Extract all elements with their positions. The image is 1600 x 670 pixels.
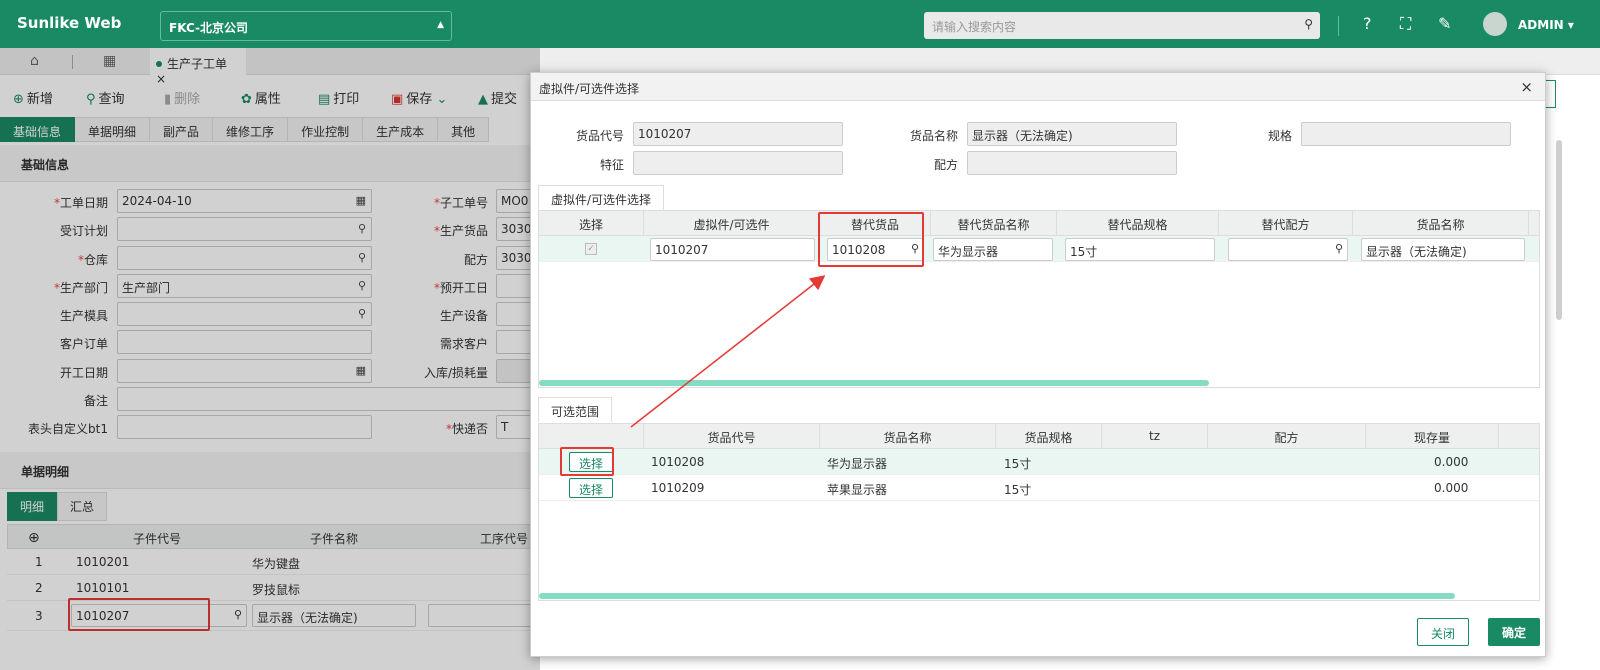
broom-icon[interactable]: ✎ bbox=[1438, 14, 1451, 33]
company-select[interactable]: FKC-北京公司 ▲ bbox=[160, 11, 452, 41]
page-scrollbar[interactable] bbox=[1556, 140, 1562, 320]
user-menu[interactable]: ADMIN ▾ bbox=[1518, 18, 1574, 32]
confirm-button[interactable]: 确定 bbox=[1488, 618, 1540, 646]
annotation-arrow bbox=[630, 275, 826, 428]
avatar[interactable] bbox=[1483, 12, 1507, 36]
close-button[interactable]: 关闭 bbox=[1417, 618, 1469, 646]
brand-logo: Sunlike Web bbox=[17, 14, 122, 32]
search-icon[interactable]: ⚲ bbox=[1304, 17, 1313, 31]
search-placeholder: 请输入搜索内容 bbox=[932, 20, 1017, 34]
divider bbox=[1338, 16, 1339, 36]
top-bar: Sunlike Web FKC-北京公司 ▲ 请输入搜索内容 ⚲ ? ⛶ ✎ ADM… bbox=[0, 0, 1600, 48]
edge-button bbox=[1546, 80, 1556, 108]
virtual-part-dialog: 虚拟件/可选件选择 × 货品代号 1010207 货品名称 显示器（无法确定) 规… bbox=[530, 72, 1546, 657]
modal-overlay bbox=[0, 48, 540, 670]
caret-up-icon: ▲ bbox=[437, 20, 444, 30]
global-search-input[interactable]: 请输入搜索内容 ⚲ bbox=[924, 12, 1320, 39]
user-name: ADMIN bbox=[1518, 18, 1564, 32]
company-value: FKC-北京公司 bbox=[169, 21, 249, 35]
fullscreen-icon[interactable]: ⛶ bbox=[1400, 14, 1411, 34]
help-icon[interactable]: ? bbox=[1363, 14, 1372, 33]
